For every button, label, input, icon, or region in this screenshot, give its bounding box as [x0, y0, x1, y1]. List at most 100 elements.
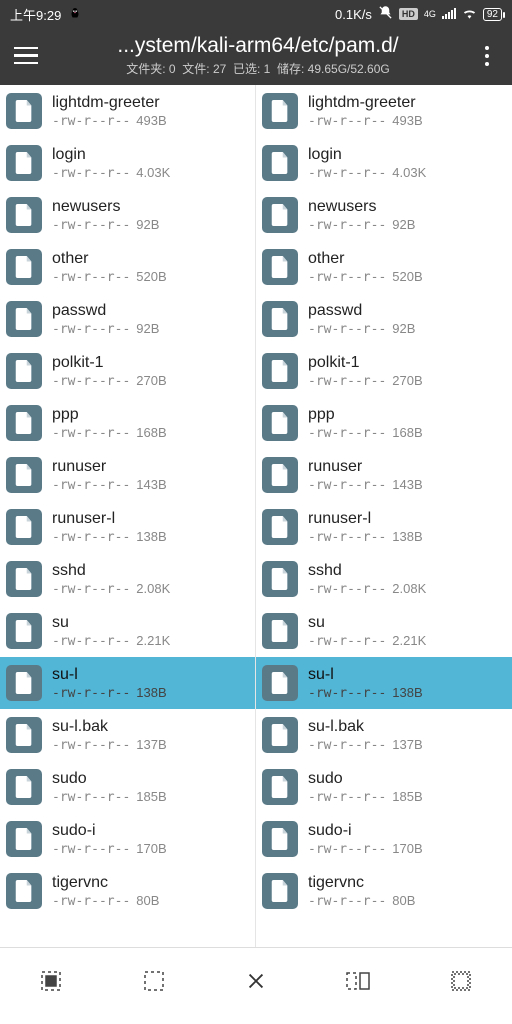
status-netspeed: 0.1K/s: [335, 7, 372, 22]
select-none-button[interactable]: [124, 961, 184, 1001]
file-meta: -rw-r--r--270B: [52, 373, 247, 389]
file-icon: [6, 873, 42, 909]
file-row[interactable]: sshd-rw-r--r--2.08K: [256, 553, 512, 605]
file-name: runuser: [52, 458, 247, 476]
select-all-button[interactable]: [21, 961, 81, 1001]
file-meta: -rw-r--r--80B: [52, 893, 247, 909]
file-name: tigervnc: [52, 874, 247, 892]
file-row[interactable]: sudo-rw-r--r--185B: [0, 761, 255, 813]
file-icon: [6, 249, 42, 285]
file-row[interactable]: ppp-rw-r--r--168B: [0, 397, 255, 449]
file-row[interactable]: runuser-l-rw-r--r--138B: [0, 501, 255, 553]
file-row[interactable]: runuser-rw-r--r--143B: [256, 449, 512, 501]
file-row[interactable]: login-rw-r--r--4.03K: [0, 137, 255, 189]
file-name: other: [52, 250, 247, 268]
file-row[interactable]: other-rw-r--r--520B: [0, 241, 255, 293]
wifi-icon: [462, 7, 477, 22]
file-icon: [262, 353, 298, 389]
file-icon: [262, 301, 298, 337]
file-pane-left[interactable]: lightdm-greeter-rw-r--r--493Blogin-rw-r-…: [0, 85, 256, 947]
file-row[interactable]: tigervnc-rw-r--r--80B: [0, 865, 255, 917]
file-row[interactable]: passwd-rw-r--r--92B: [256, 293, 512, 345]
file-name: su-l: [52, 666, 247, 684]
file-row[interactable]: newusers-rw-r--r--92B: [256, 189, 512, 241]
file-icon: [6, 353, 42, 389]
file-row[interactable]: passwd-rw-r--r--92B: [0, 293, 255, 345]
file-row[interactable]: login-rw-r--r--4.03K: [256, 137, 512, 189]
file-meta: -rw-r--r--143B: [52, 477, 247, 493]
penguin-icon: [67, 6, 83, 22]
file-name: ppp: [52, 406, 247, 424]
file-meta: -rw-r--r--80B: [308, 893, 504, 909]
file-row[interactable]: su-l-rw-r--r--138B: [256, 657, 512, 709]
file-row[interactable]: tigervnc-rw-r--r--80B: [256, 865, 512, 917]
file-row[interactable]: ppp-rw-r--r--168B: [256, 397, 512, 449]
file-name: newusers: [308, 198, 504, 216]
file-meta: -rw-r--r--92B: [52, 217, 247, 233]
file-meta: -rw-r--r--137B: [308, 737, 504, 753]
file-icon: [262, 197, 298, 233]
file-row[interactable]: polkit-1-rw-r--r--270B: [256, 345, 512, 397]
file-icon: [6, 561, 42, 597]
file-meta: -rw-r--r--170B: [308, 841, 504, 857]
file-row[interactable]: lightdm-greeter-rw-r--r--493B: [0, 85, 255, 137]
file-row[interactable]: su-l-rw-r--r--138B: [0, 657, 255, 709]
file-row[interactable]: su-rw-r--r--2.21K: [256, 605, 512, 657]
file-row[interactable]: newusers-rw-r--r--92B: [0, 189, 255, 241]
file-row[interactable]: lightdm-greeter-rw-r--r--493B: [256, 85, 512, 137]
file-icon: [6, 93, 42, 129]
file-meta: -rw-r--r--168B: [52, 425, 247, 441]
file-row[interactable]: su-l.bak-rw-r--r--137B: [256, 709, 512, 761]
file-meta: -rw-r--r--185B: [308, 789, 504, 805]
file-row[interactable]: su-l.bak-rw-r--r--137B: [0, 709, 255, 761]
close-button[interactable]: [226, 961, 286, 1001]
file-name: polkit-1: [308, 354, 504, 372]
file-name: lightdm-greeter: [52, 94, 247, 112]
file-row[interactable]: sudo-rw-r--r--185B: [256, 761, 512, 813]
file-name: sshd: [308, 562, 504, 580]
status-bar: 上午9:29 0.1K/s HD 4G 92: [0, 0, 512, 28]
file-row[interactable]: runuser-l-rw-r--r--138B: [256, 501, 512, 553]
invert-selection-button[interactable]: [431, 961, 491, 1001]
file-name: su: [52, 614, 247, 632]
file-name: su-l: [308, 666, 504, 684]
file-icon: [262, 405, 298, 441]
file-name: sudo: [52, 770, 247, 788]
file-name: su-l.bak: [52, 718, 247, 736]
file-icon: [262, 145, 298, 181]
file-icon: [262, 457, 298, 493]
file-name: runuser-l: [52, 510, 247, 528]
swap-panes-button[interactable]: [328, 961, 388, 1001]
file-name: login: [52, 146, 247, 164]
file-pane-right[interactable]: lightdm-greeter-rw-r--r--493Blogin-rw-r-…: [256, 85, 512, 947]
app-header: ...ystem/kali-arm64/etc/pam.d/ 文件夹: 0 文件…: [0, 28, 512, 85]
file-name: runuser: [308, 458, 504, 476]
file-name: su-l.bak: [308, 718, 504, 736]
file-row[interactable]: su-rw-r--r--2.21K: [0, 605, 255, 657]
file-icon: [6, 821, 42, 857]
file-row[interactable]: sudo-i-rw-r--r--170B: [256, 813, 512, 865]
file-name: other: [308, 250, 504, 268]
file-row[interactable]: other-rw-r--r--520B: [256, 241, 512, 293]
file-row[interactable]: sshd-rw-r--r--2.08K: [0, 553, 255, 605]
more-button[interactable]: [472, 46, 502, 66]
file-row[interactable]: sudo-i-rw-r--r--170B: [0, 813, 255, 865]
file-row[interactable]: runuser-rw-r--r--143B: [0, 449, 255, 501]
file-name: ppp: [308, 406, 504, 424]
file-meta: -rw-r--r--92B: [308, 321, 504, 337]
file-meta: -rw-r--r--2.21K: [308, 633, 504, 649]
file-name: newusers: [52, 198, 247, 216]
file-name: lightdm-greeter: [308, 94, 504, 112]
file-meta: -rw-r--r--138B: [52, 685, 247, 701]
menu-button[interactable]: [10, 39, 44, 73]
file-meta: -rw-r--r--92B: [52, 321, 247, 337]
file-meta: -rw-r--r--270B: [308, 373, 504, 389]
path-title[interactable]: ...ystem/kali-arm64/etc/pam.d/: [44, 34, 472, 58]
file-icon: [6, 457, 42, 493]
file-meta: -rw-r--r--185B: [52, 789, 247, 805]
file-row[interactable]: polkit-1-rw-r--r--270B: [0, 345, 255, 397]
status-time: 上午9:29: [10, 5, 61, 24]
file-icon: [262, 93, 298, 129]
file-icon: [262, 509, 298, 545]
file-meta: -rw-r--r--138B: [52, 529, 247, 545]
